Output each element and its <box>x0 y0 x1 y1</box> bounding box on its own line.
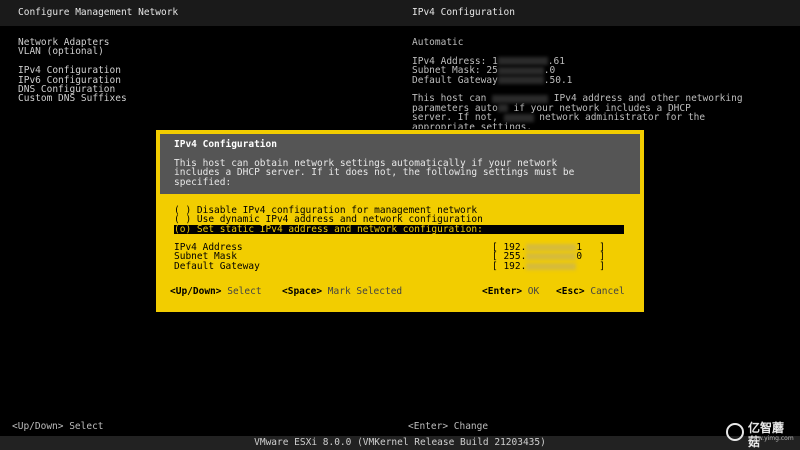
ok-button[interactable]: <Enter> OK <box>482 286 540 297</box>
bottom-hint-change: <Enter> Change <box>408 421 489 432</box>
redacted-block <box>497 66 544 75</box>
dialog-description: This host can obtain network settings au… <box>174 159 634 187</box>
key-action: Mark Selected <box>327 286 403 297</box>
menu-item-custom-dns-suffixes[interactable]: Custom DNS Suffixes <box>18 94 127 104</box>
redacted-block <box>497 57 548 66</box>
config-menu: Network Adapters VLAN (optional) IPv4 Co… <box>18 38 127 104</box>
desc-text: network administrator for the <box>533 112 706 124</box>
field-suffix: ] <box>576 260 605 272</box>
gateway-summary: Default Gateway .50.1 <box>412 74 792 86</box>
ipv4-mode: Automatic <box>412 37 464 48</box>
redacted-block <box>497 104 508 113</box>
key-label: <Space> <box>282 286 323 297</box>
build-footer: VMware ESXi 8.0.0 (VMKernel Release Buil… <box>0 436 800 450</box>
menu-item-vlan[interactable]: VLAN (optional) <box>18 47 127 57</box>
hint-space: <Space> Mark Selected <box>282 286 403 297</box>
ipv4-summary-pane: Automatic IPv4 Address: 1.61 Subnet Mask… <box>412 38 792 132</box>
key-action: OK <box>527 286 540 297</box>
redacted-block <box>526 253 577 261</box>
key-label: <Esc> <box>556 286 585 297</box>
redacted-block <box>526 244 577 251</box>
cancel-button[interactable]: <Esc> Cancel <box>556 286 625 297</box>
field-prefix: [ 192. <box>492 260 527 272</box>
dialog-desc-line: includes a DHCP server. If it does not, … <box>174 167 575 179</box>
dialog-title: IPv4 Configuration <box>174 139 277 150</box>
redacted-block <box>492 94 549 103</box>
redacted-block <box>497 76 544 85</box>
option-static-ipv4[interactable]: (o) Set static IPv4 address and network … <box>174 224 624 234</box>
watermark-logo: 亿智蘑菇 www.yimg.com <box>726 421 794 449</box>
dialog-desc-line: specified: <box>174 176 232 188</box>
watermark-url: www.yimg.com <box>748 435 794 442</box>
key-action: Cancel <box>590 286 625 297</box>
screen-title: Configure Management Network <box>18 7 179 18</box>
ipv4-configuration-dialog: IPv4 Configuration This host can obtain … <box>156 130 644 312</box>
dialog-header: IPv4 Configuration This host can obtain … <box>160 134 640 194</box>
dialog-footer: <Up/Down> Select <Space> Mark Selected <… <box>160 287 640 299</box>
default-gateway-field[interactable]: [ 192. ] <box>492 260 605 272</box>
bottom-hint-select: <Up/Down> Select <box>12 421 104 432</box>
panel-title: IPv4 Configuration <box>412 7 515 18</box>
key-label: <Up/Down> <box>170 286 222 297</box>
key-action: Select <box>227 286 262 297</box>
redacted-block <box>503 113 534 122</box>
key-label: <Enter> <box>482 286 523 297</box>
default-gateway-label: Default Gateway <box>174 260 260 272</box>
gateway-suffix: .50.1 <box>543 74 573 86</box>
hint-updown: <Up/Down> Select <box>170 286 262 297</box>
redacted-block <box>526 262 577 270</box>
logo-circle-icon <box>726 423 744 441</box>
gateway-prefix: Default Gateway <box>412 74 498 86</box>
